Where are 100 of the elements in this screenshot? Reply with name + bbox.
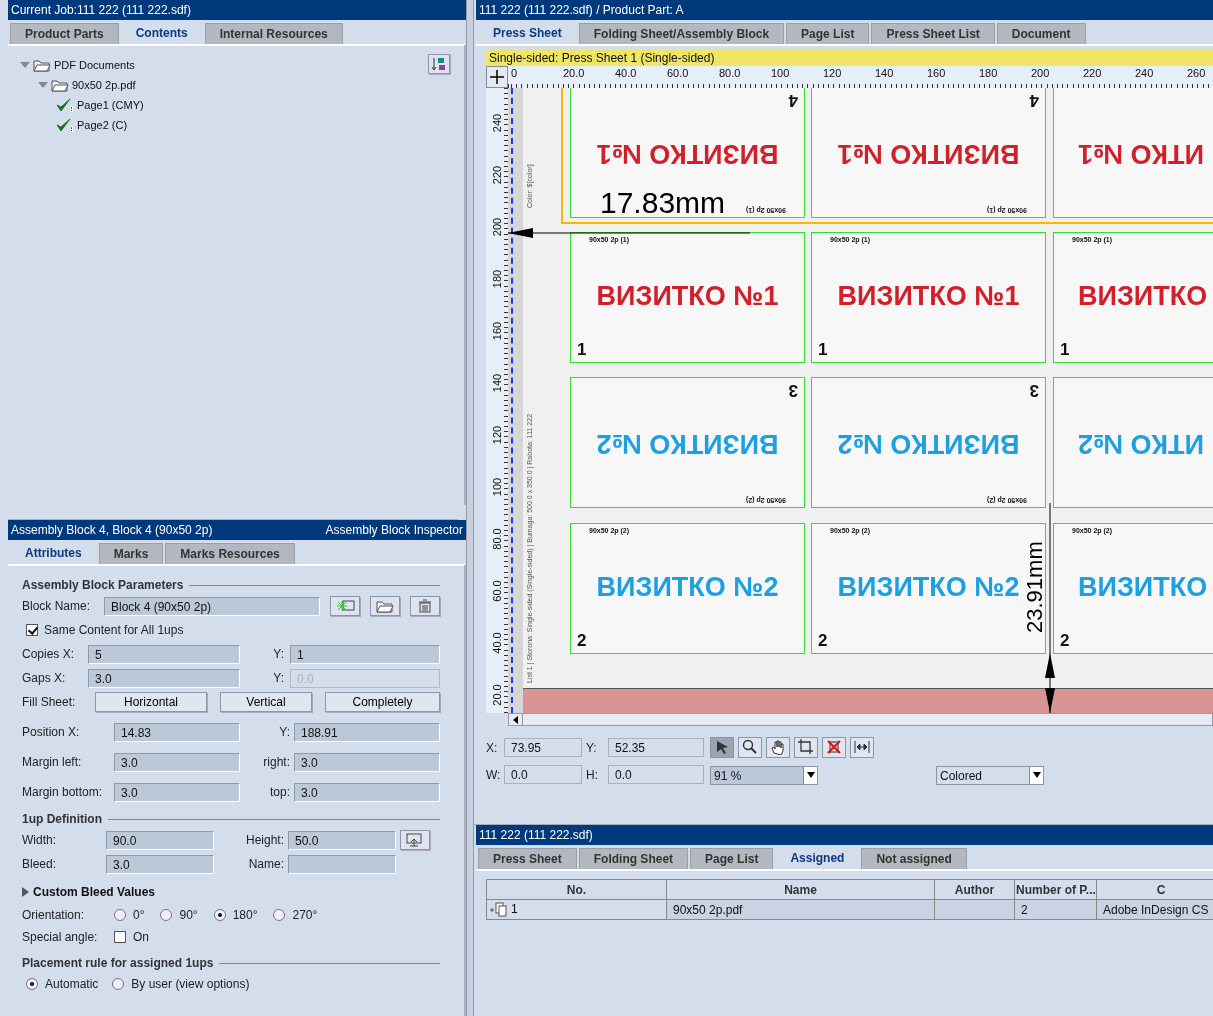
monitor-button[interactable]: [400, 830, 430, 850]
splitter-handle[interactable]: [466, 0, 474, 1016]
field-label: Orientation:: [22, 908, 86, 922]
panel-title: 111 222 (111 222.sdf) / Product Part: A: [479, 3, 684, 17]
input-field[interactable]: 5: [88, 644, 240, 664]
checkbox[interactable]: [26, 624, 38, 636]
page-number: 1: [577, 340, 587, 360]
ruler-label: 20.0: [563, 67, 585, 79]
fill-button[interactable]: Vertical: [220, 692, 312, 712]
ruler-label: 260: [1187, 67, 1206, 79]
input-field[interactable]: 1: [290, 644, 440, 664]
zoom-dropdown[interactable]: 91 %: [710, 765, 818, 785]
page-number: 3: [788, 380, 798, 400]
horizontal-scrollbar[interactable]: [508, 713, 1213, 726]
card-title: ИТКО №1: [1078, 138, 1204, 169]
page-number: 3: [1029, 380, 1039, 400]
radio-label: 180°: [232, 908, 258, 922]
tab[interactable]: Not assigned: [861, 848, 967, 869]
tree-item[interactable]: Page1 (CMY): [77, 99, 144, 111]
ruler-label: 160: [491, 320, 503, 343]
crop-button[interactable]: [794, 736, 818, 758]
tab[interactable]: Folding Sheet: [578, 848, 689, 869]
tab[interactable]: Folding Sheet/Assembly Block: [578, 23, 785, 44]
input-field[interactable]: 3.0: [294, 752, 440, 772]
column-header[interactable]: Number of P...: [1014, 879, 1097, 900]
delete-button[interactable]: [410, 596, 440, 616]
ruler-origin-button[interactable]: [486, 66, 508, 88]
field-label: Y:: [272, 647, 284, 661]
sort-button[interactable]: [428, 54, 450, 74]
input-field[interactable]: 3.0: [114, 782, 240, 802]
folder-icon: [33, 58, 51, 72]
tree-item[interactable]: PDF Documents: [54, 59, 135, 71]
tab[interactable]: Press Sheet: [478, 848, 577, 869]
tree-item[interactable]: Page2 (C): [77, 119, 128, 131]
input-field[interactable]: 0.0: [608, 765, 704, 784]
radio-button[interactable]: [273, 909, 286, 921]
card-title: ВИЗИТКО: [1078, 281, 1209, 312]
tab[interactable]: Marks: [98, 543, 164, 564]
tab[interactable]: Product Parts: [10, 23, 119, 44]
page-number: 4: [788, 90, 798, 110]
input-field[interactable]: 90.0: [106, 830, 214, 850]
input-field[interactable]: 3.0: [106, 854, 214, 874]
input-field[interactable]: 3.0: [88, 668, 240, 688]
pan-button[interactable]: [766, 736, 790, 758]
radio-button[interactable]: [213, 909, 226, 921]
folder-icon: [51, 78, 69, 92]
input-field[interactable]: 188.91: [294, 722, 440, 742]
input-field[interactable]: 73.95: [504, 738, 582, 757]
dropdown-value: 91 %: [713, 767, 743, 784]
card-title: ВИЗИТКО №1: [836, 138, 1021, 169]
new-block-button[interactable]: [330, 596, 360, 616]
fill-button[interactable]: Horizontal: [95, 692, 207, 712]
tab[interactable]: Page List: [786, 23, 870, 44]
checkbox[interactable]: [114, 931, 126, 943]
field-label: H:: [586, 767, 599, 782]
input-field[interactable]: 0.0: [504, 765, 582, 784]
input-field[interactable]: [288, 854, 396, 874]
radio-button[interactable]: [26, 978, 38, 990]
tree-item[interactable]: 90x50 2p.pdf: [72, 79, 136, 91]
column-header[interactable]: Author: [934, 879, 1015, 900]
page-number: 1: [818, 340, 828, 360]
field-label: Y:: [272, 671, 284, 685]
radio-button[interactable]: [160, 909, 173, 921]
tab[interactable]: Document: [996, 23, 1086, 44]
input-field[interactable]: 3.0: [294, 782, 440, 802]
expand-toggle[interactable]: [22, 887, 29, 897]
tab[interactable]: Marks Resources: [165, 543, 295, 564]
radio-button[interactable]: [114, 909, 126, 921]
field-label: Height:: [244, 833, 284, 847]
field-label: Special angle:: [22, 930, 98, 944]
panel-title: 111 222 (111 222.sdf): [479, 828, 593, 842]
pointer-button[interactable]: [710, 736, 734, 758]
page-number: 2: [818, 631, 828, 651]
fit-width-button[interactable]: [850, 736, 874, 758]
field-label: Margin left:: [22, 755, 83, 769]
radio-label: Automatic: [45, 977, 99, 991]
delete-marks-button[interactable]: [822, 736, 846, 758]
radio-label: 270°: [292, 908, 318, 922]
zoom-button[interactable]: [738, 736, 762, 758]
tab[interactable]: Press Sheet List: [871, 23, 995, 44]
tab[interactable]: Internal Resources: [204, 23, 343, 44]
input-field[interactable]: 52.35: [608, 738, 704, 757]
fill-button[interactable]: Completely: [325, 692, 440, 712]
column-header[interactable]: No.: [486, 879, 667, 900]
column-header[interactable]: C: [1096, 879, 1213, 900]
field-label: Y:: [586, 740, 598, 755]
card-title: ВИЗИТКО №1: [595, 281, 780, 312]
input-field[interactable]: Block 4 (90x50 2p): [104, 596, 320, 616]
field-label: X:: [486, 740, 499, 755]
open-folder-button[interactable]: [370, 596, 400, 616]
page-number: 2: [1060, 631, 1070, 651]
tab[interactable]: Page List: [690, 848, 774, 869]
radio-button[interactable]: [112, 978, 125, 990]
hand-icon: [770, 739, 786, 755]
ruler-label: 160: [927, 67, 946, 79]
view-mode-dropdown[interactable]: Colored: [936, 765, 1044, 785]
input-field[interactable]: 3.0: [114, 752, 240, 772]
input-field[interactable]: 14.83: [114, 722, 240, 742]
column-header[interactable]: Name: [666, 879, 935, 900]
input-field[interactable]: 50.0: [288, 830, 396, 850]
